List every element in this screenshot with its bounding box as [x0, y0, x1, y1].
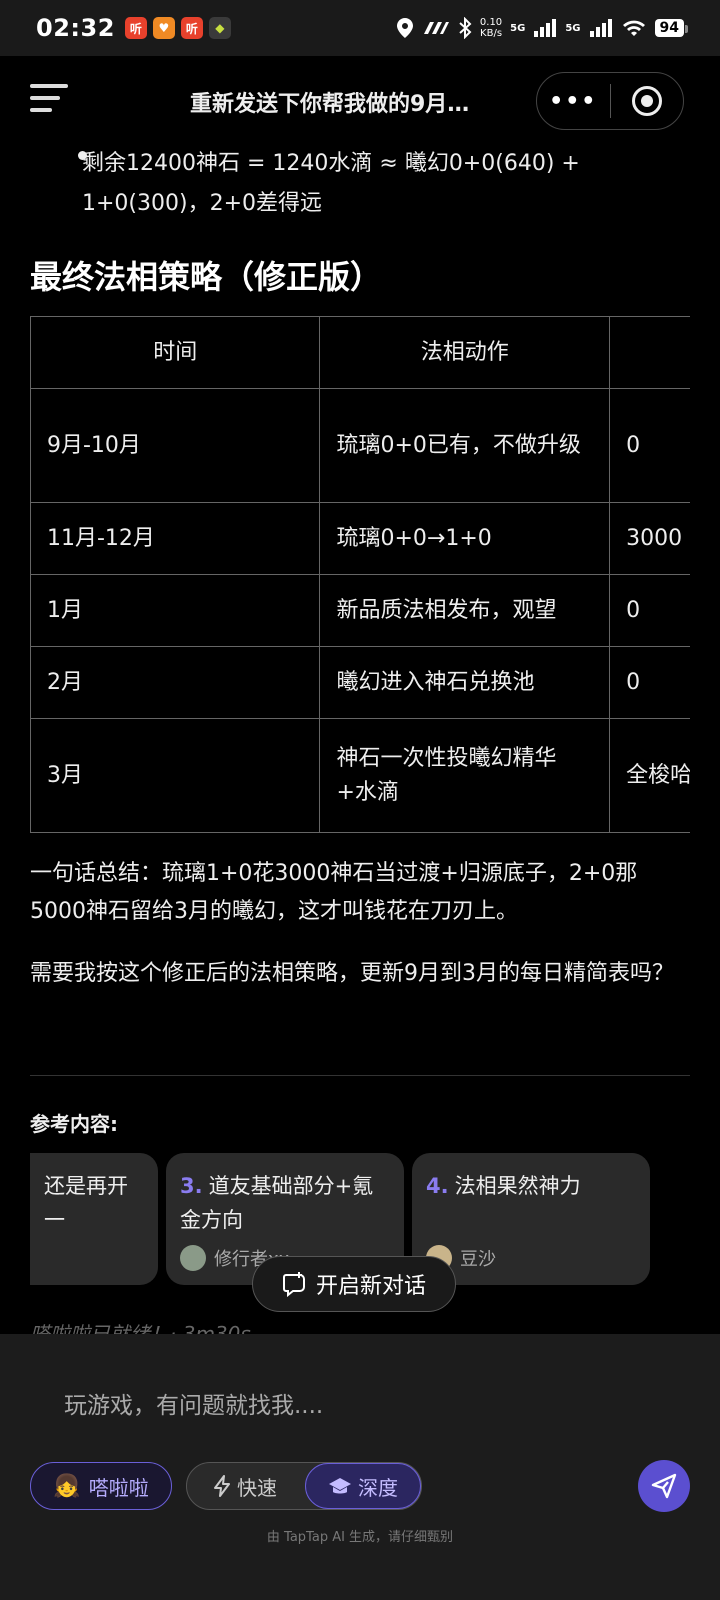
- table-cell: 0: [609, 574, 690, 647]
- bot-selector-button[interactable]: 👧 嗒啦啦: [30, 1462, 172, 1510]
- avatar: [180, 1245, 206, 1271]
- table-row: 3月 神石一次性投曦幻精华+水滴 全梭哈: [30, 718, 690, 833]
- table-row: 9月-10月 琉璃0+0已有，不做升级 0: [30, 388, 690, 503]
- send-icon: [651, 1473, 677, 1499]
- table-cell: 0: [609, 646, 690, 719]
- send-button[interactable]: [638, 1460, 690, 1512]
- table-cell: 11月-12月: [30, 502, 321, 575]
- table-row: 1月 新品质法相发布，观望 0: [30, 574, 690, 647]
- status-indicators: 0.10 KB/s 5G 5G 94: [396, 17, 689, 39]
- signal-label-2: 5G: [565, 22, 581, 34]
- table-cell: 神石一次性投曦幻精华+水滴: [319, 718, 611, 833]
- new-chat-label: 开启新对话: [315, 1274, 426, 1299]
- table-cell: 琉璃0+0→1+0: [319, 502, 611, 575]
- mode-toggle: 快速 深度: [186, 1462, 422, 1510]
- reference-author-name: 豆沙: [460, 1249, 496, 1270]
- table-header-row: 时间 法相动作: [30, 316, 690, 389]
- summary-text: 一句话总结：琉璃1+0花3000神石当过渡+归源底子，2+0那5000神石留给3…: [30, 861, 638, 924]
- menu-icon[interactable]: [30, 84, 68, 116]
- wifi-icon: [622, 20, 645, 36]
- heart-app-icon: ♥: [152, 17, 175, 39]
- graduation-cap-icon: [329, 1478, 351, 1494]
- reference-title-line: 3. 道友基础部分+氪金方向: [180, 1169, 390, 1237]
- lightning-icon: [214, 1475, 230, 1497]
- reference-title: 道友基础部分+氪金方向: [180, 1174, 374, 1232]
- bot-avatar-icon: 👧: [53, 1473, 81, 1499]
- network-speed-value: 0.10: [479, 17, 503, 28]
- table-cell: 0: [609, 388, 690, 503]
- reference-title: 还是再开一: [44, 1174, 128, 1232]
- table-header-cost: [609, 316, 690, 389]
- reference-title-line: 4. 法相果然神力: [426, 1169, 636, 1203]
- table-cell: 3000: [609, 502, 690, 575]
- section-title: 最终法相策略（修正版）: [30, 258, 383, 296]
- chat-title: 重新发送下你帮我做的9月…: [190, 92, 470, 117]
- new-chat-button[interactable]: 开启新对话: [252, 1256, 456, 1312]
- reference-card-2[interactable]: 还是再开一: [30, 1153, 158, 1285]
- target-icon: [631, 86, 662, 116]
- table-header-action: 法相动作: [319, 316, 611, 389]
- status-time: 02:32: [36, 14, 115, 42]
- references-title: 参考内容:: [30, 1112, 118, 1136]
- status-app-icons: 听 ♥ 听 ◆: [124, 17, 231, 39]
- divider: [30, 1075, 690, 1076]
- reference-author: 豆沙: [426, 1245, 636, 1271]
- deep-mode-button[interactable]: 深度: [305, 1463, 421, 1509]
- table-cell: 2月: [30, 646, 321, 719]
- location-icon: [396, 18, 413, 38]
- input-panel: 玩游戏，有问题就找我.... 👧 嗒啦啦 快速 深度 由 TapTap AI 生…: [0, 1334, 720, 1600]
- reference-number: 3.: [180, 1174, 203, 1198]
- network-speed: 0.10 KB/s: [480, 17, 502, 39]
- signal-icon: [534, 19, 557, 37]
- close-mini-program-button[interactable]: [611, 86, 684, 116]
- mini-program-capsule: •••: [536, 72, 684, 130]
- reference-title: 法相果然神力: [454, 1174, 581, 1198]
- signal-label-1: 5G: [510, 22, 526, 34]
- more-options-button[interactable]: •••: [537, 89, 610, 114]
- fast-mode-button[interactable]: 快速: [187, 1463, 303, 1509]
- deep-mode-label: 深度: [358, 1475, 398, 1500]
- table-row: 2月 曦幻进入神石兑换池 0: [30, 646, 690, 719]
- table-cell: 曦幻进入神石兑换池: [319, 646, 611, 719]
- strategy-table: 时间 法相动作 9月-10月 琉璃0+0已有，不做升级 0 11月-12月 琉璃…: [30, 316, 690, 836]
- nfc-icon: [423, 22, 449, 34]
- table-cell: 9月-10月: [30, 388, 321, 503]
- ting-app-icon-2: 听: [180, 17, 203, 39]
- new-chat-icon: [282, 1272, 305, 1297]
- ting-app-icon: 听: [124, 17, 147, 39]
- bullet-text: 剩余12400神石 = 1240水滴 ≈ 曦幻0+0(640) + 1+0(30…: [82, 151, 580, 216]
- network-speed-unit: KB/s: [480, 28, 503, 39]
- battery-indicator: 94: [654, 19, 689, 37]
- table-row: 11月-12月 琉璃0+0→1+0 3000: [30, 502, 690, 575]
- bot-label: 嗒啦啦: [88, 1475, 149, 1500]
- table-cell: 3月: [30, 718, 321, 833]
- chat-input[interactable]: 玩游戏，有问题就找我....: [64, 1386, 323, 1420]
- reference-number: 4.: [426, 1174, 449, 1198]
- follow-up-question: 需要我按这个修正后的法相策略，更新9月到3月的每日精简表吗？: [30, 961, 674, 986]
- fast-mode-label: 快速: [237, 1475, 277, 1500]
- table-cell: 琉璃0+0已有，不做升级: [319, 388, 611, 503]
- game-app-icon: ◆: [208, 17, 231, 39]
- table-cell: 新品质法相发布，观望: [319, 574, 611, 647]
- bluetooth-icon: [459, 17, 472, 39]
- table-header-time: 时间: [30, 316, 321, 389]
- chat-header: 重新发送下你帮我做的9月… •••: [0, 56, 720, 142]
- signal-icon-2: [589, 19, 612, 37]
- ready-status-text: 嗒啦啦已就绪！· 3m30s: [30, 1322, 251, 1334]
- table-cell: 1月: [30, 574, 321, 647]
- ai-disclaimer: 由 TapTap AI 生成，请仔细甄别: [266, 1530, 454, 1545]
- table-cell: 全梭哈: [609, 718, 690, 833]
- status-bar: 02:32 听 ♥ 听 ◆ 0.10 KB/s 5G 5G 94: [0, 0, 720, 56]
